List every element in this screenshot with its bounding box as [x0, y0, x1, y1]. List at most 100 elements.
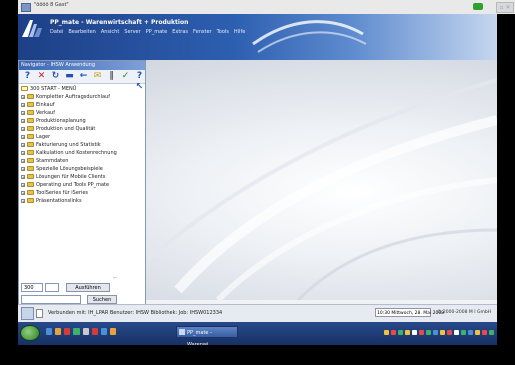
resize-handle-icon[interactable]: ⌐ — [113, 275, 133, 305]
tray-icon[interactable] — [419, 329, 424, 335]
tray-icon[interactable] — [489, 329, 494, 335]
tray-icon[interactable] — [405, 329, 410, 335]
tree-item-label: Stammdaten — [36, 157, 69, 164]
status-bar: Verbunden mit: IH_LPAR Benutzer: IHSW Bi… — [18, 304, 497, 323]
close-icon[interactable]: ✕ — [36, 71, 47, 82]
tray-icon[interactable] — [433, 329, 438, 335]
menu-tools[interactable]: Tools — [217, 29, 229, 35]
tree-item[interactable]: + Einkauf — [21, 101, 55, 108]
expand-icon[interactable]: + — [21, 150, 25, 155]
expand-icon[interactable]: + — [21, 94, 25, 99]
search-text-input[interactable] — [21, 295, 81, 304]
folder-icon — [27, 198, 34, 203]
tree-item[interactable]: + Fakturierung und Statistik — [21, 141, 101, 148]
favorite-icon[interactable]: ✉ — [92, 71, 103, 82]
back-arrow-icon[interactable]: ← — [78, 71, 89, 82]
collapse-icon[interactable]: ▬ — [64, 71, 75, 82]
expand-icon[interactable]: + — [21, 182, 25, 187]
start-button[interactable] — [20, 325, 40, 341]
window-controls[interactable]: ▫ ✕ — [496, 2, 514, 13]
menu-server[interactable]: Server — [124, 29, 140, 35]
tree-item-label: Spezielle Lösungsbeispiele — [36, 165, 103, 172]
app-title: PP_mate - Warenwirtschaft + Produktion — [50, 19, 189, 26]
tray-icon[interactable] — [482, 329, 487, 335]
connection-icon[interactable] — [21, 307, 34, 320]
search-option-input[interactable] — [45, 283, 59, 292]
quicklaunch-app-icon[interactable] — [82, 328, 89, 335]
tree-item[interactable]: + Operating und Tools PP_mate — [21, 181, 109, 188]
tree-item[interactable]: + Produktionsplanung — [21, 117, 86, 124]
quicklaunch-app-icon[interactable] — [109, 328, 116, 335]
tree-item[interactable]: + ToolSeries für iSeries — [21, 189, 88, 196]
tray-icon[interactable] — [412, 329, 417, 335]
folder-open-icon — [21, 86, 28, 91]
tree-item[interactable]: + Kompletter Auftragsdurchlauf — [21, 93, 110, 100]
context-help-icon[interactable]: ?↖ — [134, 71, 145, 92]
tray-icon[interactable] — [440, 329, 445, 335]
tray-icon[interactable] — [447, 329, 452, 335]
expand-icon[interactable]: + — [21, 142, 25, 147]
menu-bearbeiten[interactable]: Bearbeiten — [68, 29, 95, 35]
menu-extras[interactable]: Extras — [172, 29, 188, 35]
tree-item[interactable]: + Präsentationslinks — [21, 197, 82, 204]
tree-item[interactable]: + Lager — [21, 133, 50, 140]
navigator-tree: 300 START - MENÜ + Kompletter Auftragsdur… — [19, 85, 145, 235]
session-title: "öööö 8 Gast" — [34, 2, 69, 8]
expand-icon[interactable]: + — [21, 118, 25, 123]
tray-icon[interactable] — [468, 329, 473, 335]
tray-icon[interactable] — [384, 329, 389, 335]
expand-icon[interactable]: + — [21, 198, 25, 203]
quicklaunch-app-icon[interactable] — [100, 328, 107, 335]
menu-ppmate[interactable]: PP_mate — [146, 29, 168, 35]
tray-icon[interactable] — [475, 329, 480, 335]
menu-fenster[interactable]: Fenster — [193, 29, 212, 35]
app-window-icon — [179, 329, 185, 335]
quicklaunch-app-icon[interactable] — [64, 328, 71, 335]
help-icon[interactable]: ? — [22, 71, 33, 82]
menu-hilfe[interactable]: Hilfe — [234, 29, 245, 35]
tree-item[interactable]: + Spezielle Lösungsbeispiele — [21, 165, 103, 172]
check-icon[interactable]: ✓ — [120, 71, 131, 82]
search-code-input[interactable]: 300 — [21, 283, 43, 292]
windows-taskbar: PP_mate - Warenwi... — [18, 322, 497, 345]
navigator-panel: Navigator - IHSW Anwendung ? ✕ ↻ ▬ ← ✉ ‖… — [18, 60, 146, 322]
tree-item-label: Präsentationslinks — [36, 197, 82, 204]
menu-ansicht[interactable]: Ansicht — [101, 29, 119, 35]
expand-icon[interactable]: + — [21, 102, 25, 107]
tree-item-start-menu[interactable]: 300 START - MENÜ — [21, 85, 76, 92]
tree-item-label: Einkauf — [36, 101, 55, 108]
quicklaunch-app-icon[interactable] — [46, 328, 53, 335]
execute-button[interactable]: Ausführen — [66, 283, 110, 292]
tree-item[interactable]: + Stammdaten — [21, 157, 68, 164]
tray-icon[interactable] — [398, 329, 403, 335]
expand-icon[interactable]: + — [21, 174, 25, 179]
folder-icon — [27, 182, 34, 187]
tree-item[interactable]: + Lösungen für Mobile Clients — [21, 173, 105, 180]
tree-item-label: Produktionsplanung — [36, 117, 86, 124]
tree-item[interactable]: + Verkauf — [21, 109, 55, 116]
expand-icon[interactable]: + — [21, 190, 25, 195]
tray-icon[interactable] — [426, 329, 431, 335]
quicklaunch-app-icon[interactable] — [91, 328, 98, 335]
refresh-icon[interactable]: ↻ — [50, 71, 61, 82]
menu-datei[interactable]: Datei — [50, 29, 63, 35]
left-border — [0, 14, 18, 365]
quick-launch — [46, 328, 116, 338]
taskbar-app-button[interactable]: PP_mate - Warenwi... — [176, 326, 238, 345]
app-window: PP_mate - Warenwirtschaft + Produktion D… — [18, 14, 497, 345]
navigator-toolbar: ? ✕ ↻ ▬ ← ✉ ‖ ✓ ?↖ — [19, 70, 145, 92]
expand-icon[interactable]: + — [21, 134, 25, 139]
app-menubar: Datei Bearbeiten Ansicht Server PP_mate … — [50, 29, 245, 35]
quicklaunch-app-icon[interactable] — [73, 328, 80, 335]
tree-item[interactable]: + Kalkulation und Kostenrechnung — [21, 149, 117, 156]
expand-icon[interactable]: + — [21, 158, 25, 163]
tray-icon[interactable] — [391, 329, 396, 335]
quicklaunch-app-icon[interactable] — [55, 328, 62, 335]
folder-icon — [27, 94, 34, 99]
tree-item[interactable]: + Produktion und Qualität — [21, 125, 95, 132]
expand-icon[interactable]: + — [21, 126, 25, 131]
expand-icon[interactable]: + — [21, 166, 25, 171]
tray-icon[interactable] — [454, 329, 459, 335]
tray-icon[interactable] — [461, 329, 466, 335]
expand-icon[interactable]: + — [21, 110, 25, 115]
